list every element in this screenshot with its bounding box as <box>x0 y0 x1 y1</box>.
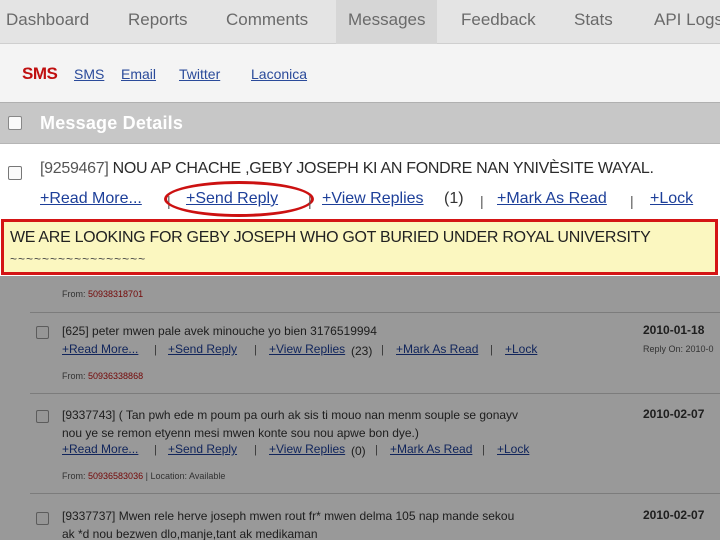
view-replies-link[interactable]: +View Replies <box>269 342 345 356</box>
message-body: NOU AP CHACHE ,GEBY JOSEPH KI AN FONDRE … <box>112 160 654 177</box>
action-separator: | <box>375 444 378 456</box>
action-separator: | <box>308 193 312 209</box>
message-id: [9259467] <box>40 160 109 177</box>
tab-messages[interactable]: Messages <box>336 0 438 44</box>
subnav-link-sms[interactable]: SMS <box>74 66 104 82</box>
mark-as-read-link[interactable]: +Mark As Read <box>390 442 472 456</box>
subnav-current-sms: SMS <box>22 64 58 83</box>
reply-count: (23) <box>351 344 373 358</box>
action-separator: | <box>482 444 485 456</box>
reply-count: (1) <box>444 190 464 207</box>
tab-comments[interactable]: Comments <box>226 10 308 30</box>
action-separator: | <box>154 344 157 356</box>
panel-title: Message Details <box>40 113 184 133</box>
message-text-line1: [9337737] Mwen rele herve joseph mwen ro… <box>62 509 515 523</box>
view-replies-link[interactable]: +View Replies <box>322 190 424 208</box>
message-text-line1: [9337743] ( Tan pwh ede m poum pa ourh a… <box>62 408 519 422</box>
mark-as-read-link[interactable]: +Mark As Read <box>396 342 478 356</box>
translation-callout: WE ARE LOOKING FOR GEBY JOSEPH WHO GOT B… <box>1 219 718 275</box>
row-divider <box>30 393 720 394</box>
tab-reports[interactable]: Reports <box>128 10 188 30</box>
action-separator: | <box>630 193 634 209</box>
select-all-checkbox[interactable] <box>8 116 22 130</box>
message-checkbox[interactable] <box>36 410 49 423</box>
sub-nav: SMS SMS Email Twitter Laconica <box>0 44 720 102</box>
message-date: 2010-02-07 <box>643 407 705 421</box>
subnav-link-laconica[interactable]: Laconica <box>251 66 307 82</box>
reply-count: (0) <box>351 444 366 458</box>
message-text-line2: ak *d nou bezwen dlo,manje,tant ak medik… <box>62 527 318 540</box>
subnav-link-email[interactable]: Email <box>121 66 156 82</box>
row-divider <box>30 312 720 313</box>
message-details-header: Message Details <box>0 102 720 144</box>
message-list: From: 50938318701 [625] peter mwen pale … <box>0 276 720 540</box>
send-reply-link[interactable]: +Send Reply <box>168 442 237 456</box>
lock-link[interactable]: +Lock <box>505 342 537 356</box>
action-separator: | <box>254 344 257 356</box>
action-separator: | <box>254 444 257 456</box>
tab-stats[interactable]: Stats <box>574 10 613 30</box>
translation-text: WE ARE LOOKING FOR GEBY JOSEPH WHO GOT B… <box>10 229 651 246</box>
message-checkbox[interactable] <box>8 166 22 180</box>
mark-as-read-link[interactable]: +Mark As Read <box>497 190 607 208</box>
action-separator: | <box>490 344 493 356</box>
read-more-link[interactable]: +Read More... <box>40 190 142 208</box>
translation-underline: ~~~~~~~~~~~~~~~~~ <box>10 252 147 266</box>
message-date: 2010-01-18 <box>643 323 705 337</box>
message-text: [625] peter mwen pale avek minouche yo b… <box>62 324 377 338</box>
lock-link[interactable]: +Lock <box>497 442 529 456</box>
send-reply-highlight-ring <box>164 181 314 217</box>
message-text: [9259467] NOU AP CHACHE ,GEBY JOSEPH KI … <box>40 160 654 178</box>
message-from: From: 50936338868 <box>62 371 144 381</box>
tab-dashboard[interactable]: Dashboard <box>6 10 89 30</box>
read-more-link[interactable]: +Read More... <box>62 342 138 356</box>
row-divider <box>30 493 720 494</box>
action-separator: | <box>480 193 484 209</box>
tab-feedback[interactable]: Feedback <box>461 10 536 30</box>
subnav-link-twitter[interactable]: Twitter <box>179 66 220 82</box>
message-item-highlighted: [9259467] NOU AP CHACHE ,GEBY JOSEPH KI … <box>0 144 720 220</box>
message-checkbox[interactable] <box>36 512 49 525</box>
reply-on-date: Reply On: 2010-0 <box>643 344 714 354</box>
read-more-link[interactable]: +Read More... <box>62 442 138 456</box>
message-checkbox[interactable] <box>36 326 49 339</box>
message-date: 2010-02-07 <box>643 508 705 522</box>
send-reply-link[interactable]: +Send Reply <box>168 342 237 356</box>
message-from: From: 50936583036 | Location: Available <box>62 471 226 481</box>
action-separator: | <box>381 344 384 356</box>
view-replies-link[interactable]: +View Replies <box>269 442 345 456</box>
message-from: From: 50938318701 <box>62 289 144 299</box>
tab-api-logs[interactable]: API Logs <box>654 10 720 30</box>
top-nav: Dashboard Reports Comments Messages Feed… <box>0 0 720 44</box>
action-separator: | <box>154 444 157 456</box>
lock-link[interactable]: +Lock <box>650 190 693 208</box>
message-text-line2: nou ye se remon etyenn mesi mwen konte s… <box>62 426 419 440</box>
